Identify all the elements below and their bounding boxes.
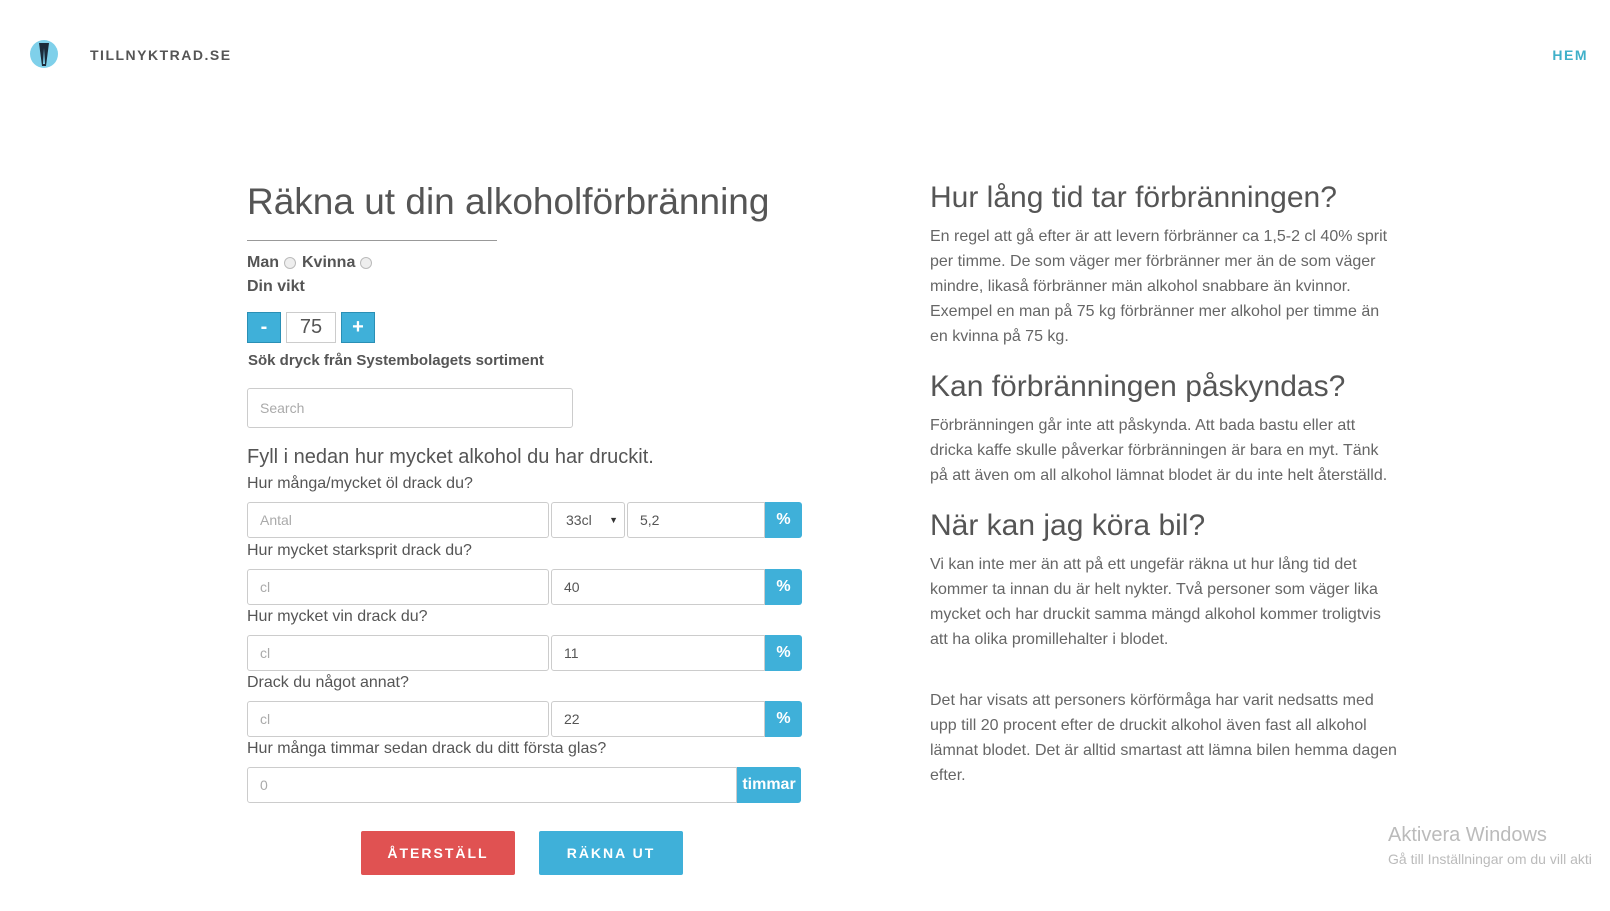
wine-percent-input[interactable]: 11 [551,635,765,671]
beer-percent-addon: % [765,502,802,538]
wine-amount-input[interactable]: cl [247,635,549,671]
intro-text: Fyll i nedan hur mycket alkohol du har d… [247,446,654,468]
other-percent-input[interactable]: 22 [551,701,765,737]
info-column: Hur lång tid tar förbränningen? En regel… [930,180,1400,808]
info-heading-speedup: Kan förbränningen påskyndas? [930,370,1346,403]
weight-label: Din vikt [247,278,305,295]
spirits-percent-input[interactable]: 40 [551,569,765,605]
page-title: Räkna ut din alkoholförbränning [247,181,770,222]
wine-question: Hur mycket vin drack du? [247,608,428,625]
beer-amount-input[interactable]: Antal [247,502,549,538]
search-input[interactable]: Search [247,388,573,428]
gender-woman-radio[interactable] [360,257,373,269]
hours-unit-addon: timmar [737,767,801,803]
weight-stepper: - 75 + [247,312,375,343]
info-heading-driving: När kan jag köra bil? [930,509,1206,542]
windows-activation-watermark: Aktivera Windows Gå till Inställningar o… [1388,824,1592,867]
logo-icon[interactable] [28,38,60,70]
weight-minus-button[interactable]: - [247,312,281,343]
info-paragraph-driving: Vi kan inte mer än att på ett ungefär rä… [930,556,1381,648]
gender-woman-label: Kvinna [302,254,356,271]
beer-question: Hur många/mycket öl drack du? [247,475,473,492]
gender-man-label: Man [247,254,279,271]
beer-row: Antal 33cl ▼ 5,2 % [247,502,802,538]
info-paragraph-duration: En regel att gå efter är att levern förb… [930,228,1388,345]
spirits-row: cl 40 % [247,569,802,605]
other-amount-input[interactable]: cl [247,701,549,737]
wine-percent-addon: % [765,635,802,671]
brand-name[interactable]: TILLNYKTRAD.SE [90,47,232,63]
search-label: Sök dryck från Systembolagets sortiment [248,352,544,369]
info-heading-duration: Hur lång tid tar förbränningen? [930,181,1337,214]
chevron-down-icon: ▼ [609,515,618,525]
beer-size-value: 33cl [566,512,592,528]
weight-plus-button[interactable]: + [341,312,375,343]
spirits-amount-input[interactable]: cl [247,569,549,605]
other-percent-addon: % [765,701,802,737]
other-question: Drack du något annat? [247,674,409,691]
beer-size-select[interactable]: 33cl ▼ [551,502,625,538]
wine-row: cl 11 % [247,635,802,671]
watermark-title: Aktivera Windows [1388,824,1547,846]
hours-question: Hur många timmar sedan drack du ditt för… [247,740,607,757]
calculator-form: Räkna ut din alkoholförbränning Man Kvin… [247,180,807,803]
spirits-percent-addon: % [765,569,802,605]
beer-percent-input[interactable]: 5,2 [627,502,765,538]
nav-home-link[interactable]: HEM [1552,47,1588,63]
weight-input[interactable]: 75 [286,312,336,343]
title-divider [247,240,497,241]
gender-selector: Man Kvinna [247,254,378,272]
calculate-button[interactable]: RÄKNA UT [539,831,683,875]
spirits-question: Hur mycket starksprit drack du? [247,542,472,559]
gender-man-radio[interactable] [284,257,296,269]
watermark-subtitle: Gå till Inställningar om du vill akti [1388,851,1592,867]
hours-input[interactable]: 0 [247,767,737,803]
other-row: cl 22 % [247,701,802,737]
info-paragraph-speedup: Förbränningen går inte att påskynda. Att… [930,417,1388,484]
reset-button[interactable]: ÅTERSTÄLL [361,831,515,875]
hours-row: 0 timmar [247,767,801,803]
info-paragraph-impairment: Det har visats att personers körförmåga … [930,692,1397,784]
